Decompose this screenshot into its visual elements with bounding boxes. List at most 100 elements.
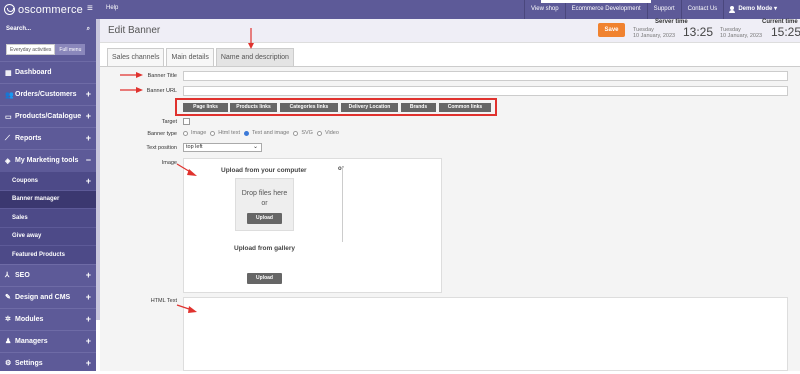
top-link-support[interactable]: Support (646, 0, 681, 19)
search-input[interactable]: Search... (6, 26, 31, 34)
sidebar-subitem-coupons[interactable]: Coupons + (0, 171, 96, 190)
text-position-select[interactable]: top left ⌄ (183, 143, 262, 152)
drop-files-text: Drop files here (241, 190, 288, 197)
logo-icon (4, 4, 15, 15)
sidebar-subitem-label: Banner manager (12, 196, 60, 203)
radio-video[interactable] (316, 130, 322, 136)
expand-icon[interactable]: + (86, 292, 91, 302)
collapse-icon[interactable]: − (86, 155, 91, 165)
radio-image[interactable] (183, 130, 188, 136)
radio-html-text[interactable] (210, 130, 216, 136)
file-dropzone[interactable]: Drop files here or Upload (235, 178, 294, 231)
html-text-editor[interactable] (183, 297, 788, 371)
expand-icon[interactable]: + (86, 336, 91, 346)
tab-sales-channels[interactable]: Sales channels (107, 48, 165, 66)
upload-gallery-button[interactable]: Upload (247, 273, 282, 284)
tab-name-and-description[interactable]: Name and description (215, 48, 294, 66)
sidebar-subitem-sales[interactable]: Sales (0, 208, 96, 227)
sidebar-item-label: Dashboard (15, 69, 52, 76)
server-time-clock: 13:25 (683, 25, 714, 39)
current-time-clock: 15:25 (771, 25, 800, 39)
expand-icon[interactable]: + (86, 111, 91, 121)
sidebar-item-label: Products/Catalogue (15, 113, 82, 120)
upload-from-gallery-title: Upload from gallery (234, 245, 296, 252)
sidebar-item-products[interactable]: ▭ Products/Catalogue + (0, 105, 96, 127)
sidebar-subitem-label: Featured Products (12, 251, 66, 258)
sidebar-item-label: Design and CMS (15, 293, 71, 301)
sidebar-item-label: Settings (15, 359, 43, 367)
sidebar-search[interactable]: Search... ⌕ (0, 19, 96, 41)
sidebar-item-dashboard[interactable]: ▦ Dashboard (0, 61, 96, 83)
banner-url-input[interactable] (183, 86, 788, 96)
sidebar-item-label: SEO (15, 271, 30, 279)
sidebar-subitem-give-away[interactable]: Give away (0, 226, 96, 245)
toggle-full-menu[interactable]: Full menu (55, 44, 86, 55)
arrow-right-icon (120, 72, 143, 78)
user-menu[interactable]: Demo Mode ▾ (723, 0, 783, 19)
top-strip (541, 0, 651, 3)
sidebar-item-settings[interactable]: ⚙ Settings + (0, 351, 96, 374)
radio-image-label: Image (191, 130, 207, 136)
target-checkbox[interactable] (183, 118, 190, 125)
brush-icon: ✎ (5, 294, 11, 301)
expand-icon[interactable]: + (86, 89, 91, 99)
products-links-button[interactable]: Products links (230, 103, 277, 112)
sidebar-item-label: Modules (15, 315, 44, 323)
help-link[interactable]: Help (106, 5, 118, 11)
dashboard-icon: ▦ (5, 69, 12, 77)
page-title: Edit Banner (108, 25, 161, 36)
expand-icon[interactable]: + (86, 358, 91, 368)
sidebar-item-design[interactable]: ✎ Design and CMS + (0, 285, 96, 308)
users-icon: 👥 (5, 91, 14, 99)
sidebar-item-seo[interactable]: ⅄ SEO + (0, 263, 96, 286)
top-bar: oscommerce ≡ Help View shop Ecommerce De… (0, 0, 800, 19)
server-time-date: 10 January, 2023 (633, 33, 676, 39)
sidebar-subitem-banner-manager[interactable]: Banner manager (0, 189, 96, 208)
categories-links-button[interactable]: Categories links (280, 103, 338, 112)
manager-icon: ♟ (5, 338, 12, 345)
sidebar-item-managers[interactable]: ♟ Managers + (0, 329, 96, 352)
radio-video-label: Video (324, 130, 339, 136)
expand-icon[interactable]: + (86, 133, 91, 143)
menu-toggles: Everyday activities Full menu (6, 44, 92, 55)
sidebar-item-label: Orders/Customers (15, 91, 77, 98)
banner-type-label: Banner type (147, 131, 177, 137)
current-time-date: 10 January, 2023 (720, 33, 763, 39)
chevron-down-icon: ⌄ (252, 144, 258, 150)
html-text-label: HTML Text (150, 298, 177, 304)
logo-text: oscommerce (18, 3, 83, 16)
drop-or-text: or (261, 200, 268, 207)
sidebar-subitem-featured-products[interactable]: Featured Products (0, 245, 96, 264)
tab-bar: Sales channels Main details Name and des… (107, 48, 296, 66)
sidebar-item-modules[interactable]: ✲ Modules + (0, 307, 96, 330)
expand-icon[interactable]: + (86, 176, 91, 186)
modules-icon: ✲ (5, 316, 11, 323)
brands-button[interactable]: Brands (401, 103, 436, 112)
toggle-everyday[interactable]: Everyday activities (6, 44, 56, 55)
radio-text-and-image[interactable] (244, 130, 249, 136)
text-position-value: top left (186, 144, 203, 150)
search-icon[interactable]: ⌕ (87, 26, 90, 34)
tab-main-details[interactable]: Main details (166, 48, 214, 66)
common-links-button[interactable]: Common links (439, 103, 491, 112)
top-link-contact-us[interactable]: Contact Us (680, 0, 724, 19)
arrow-right-icon (176, 304, 197, 313)
gear-icon: ⚙ (5, 360, 12, 367)
image-upload-panel: Upload from your computer or Drop files … (183, 158, 442, 293)
radio-svg[interactable] (293, 130, 299, 136)
logo[interactable]: oscommerce (4, 2, 83, 17)
sidebar-subitem-label: Coupons (12, 177, 38, 184)
sidebar-item-marketing[interactable]: ◈ My Marketing tools − (0, 149, 96, 171)
page-links-button[interactable]: Page links (183, 103, 228, 112)
expand-icon[interactable]: + (86, 314, 91, 324)
page-header: Edit Banner Save Server time Tuesday 10 … (100, 19, 800, 43)
upload-computer-button[interactable]: Upload (247, 213, 282, 224)
hamburger-icon[interactable]: ≡ (87, 3, 93, 14)
sidebar-item-reports[interactable]: ⟋ Reports + (0, 127, 96, 149)
radio-html-text-label: Html text (218, 130, 240, 136)
expand-icon[interactable]: + (86, 270, 91, 280)
delivery-location-button[interactable]: Delivery Location (341, 103, 398, 112)
save-button[interactable]: Save (598, 23, 625, 37)
sidebar-item-orders[interactable]: 👥 Orders/Customers + (0, 83, 96, 105)
banner-title-input[interactable] (183, 71, 788, 81)
